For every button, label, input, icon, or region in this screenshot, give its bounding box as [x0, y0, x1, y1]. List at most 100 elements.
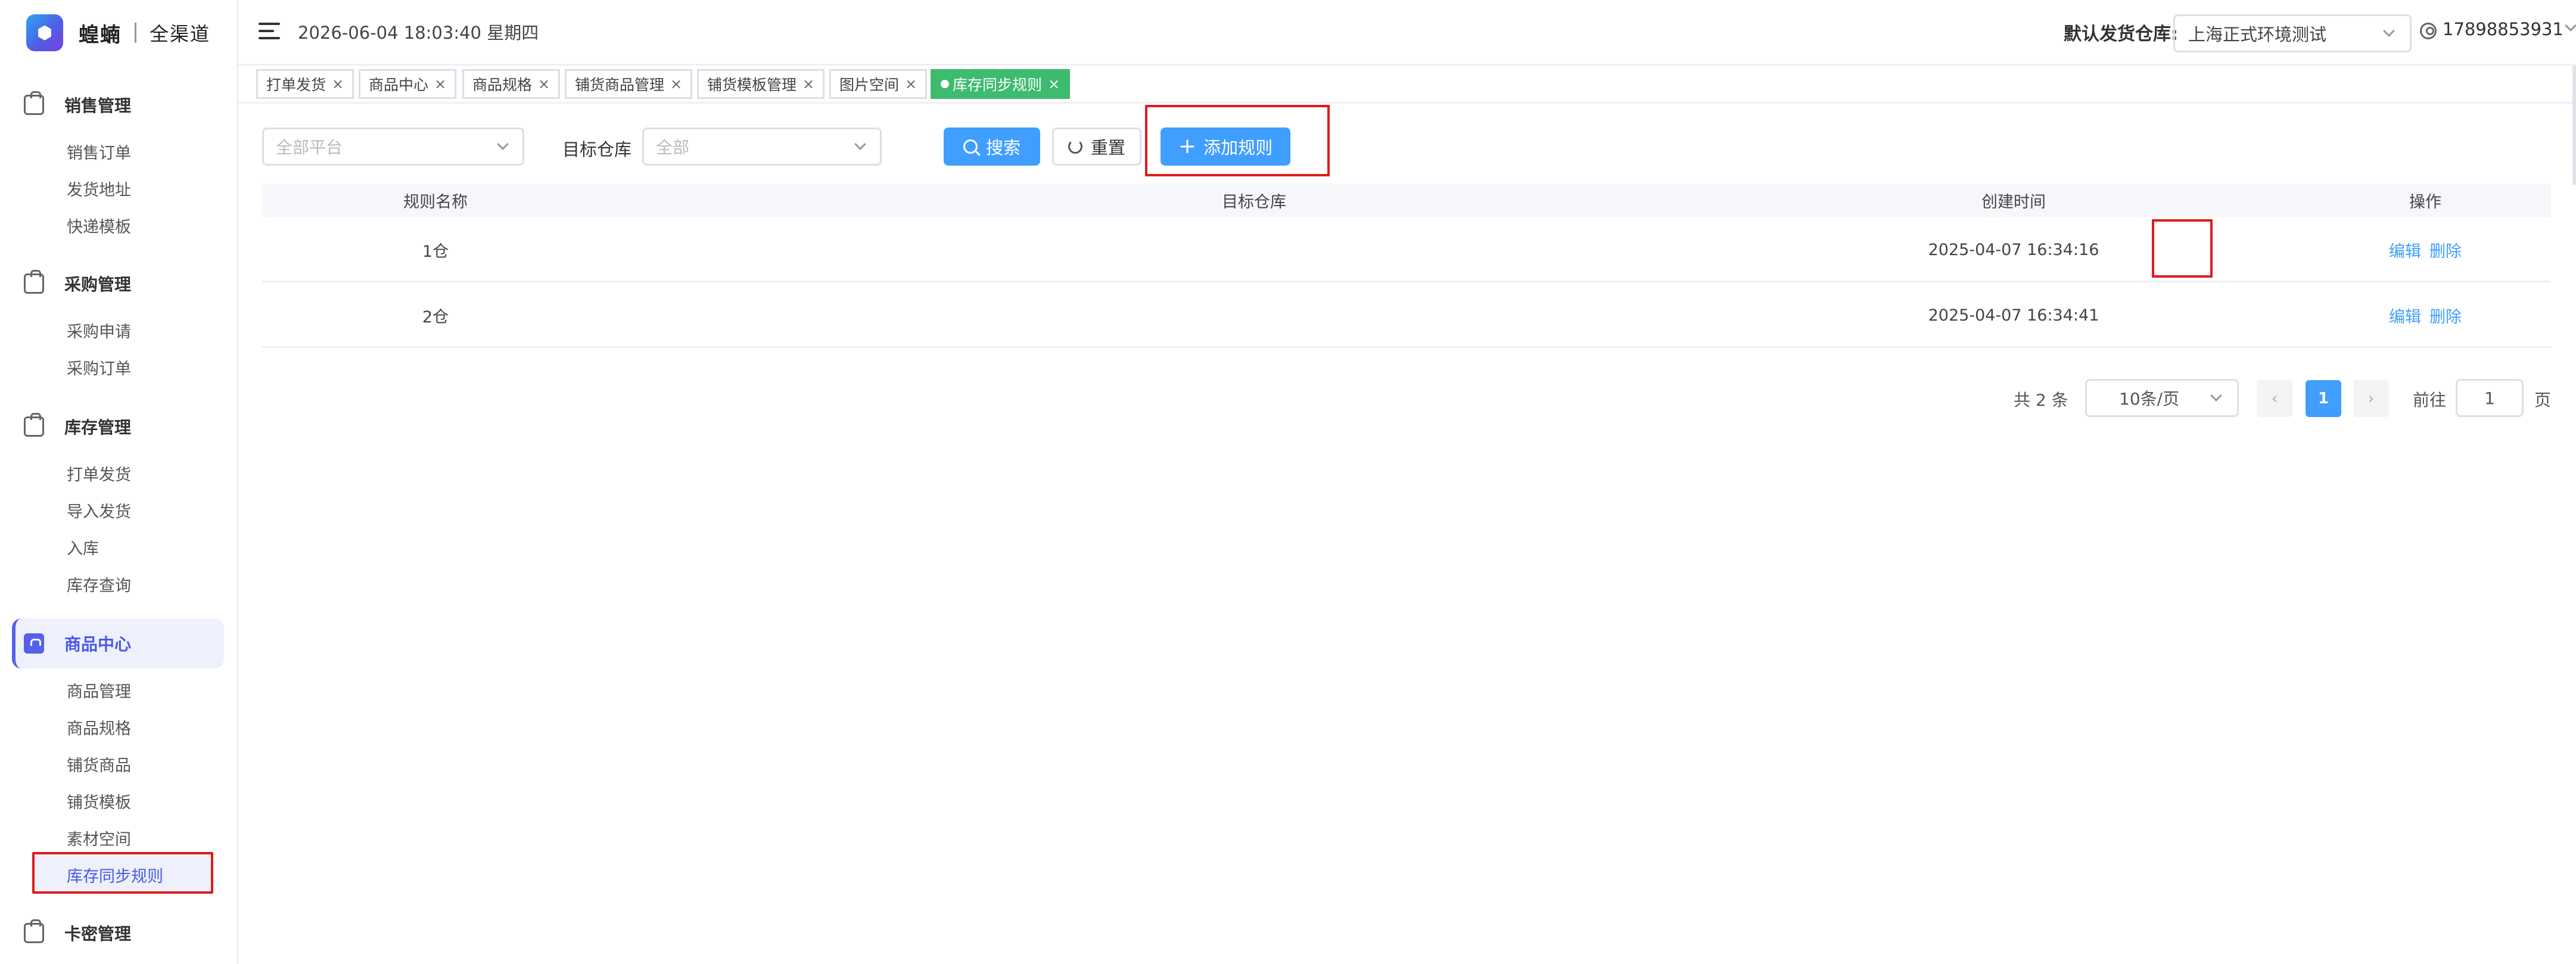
search-button[interactable]: 搜索 [944, 128, 1040, 166]
sidebar-item-sales-orders[interactable]: 销售订单 [67, 137, 131, 166]
sidebar-group-inventory[interactable]: 库存管理 [24, 409, 131, 444]
add-rule-button-label: 添加规则 [1203, 138, 1273, 158]
sidebar-group-purchase[interactable]: 采购管理 [24, 266, 131, 301]
default-warehouse-value: 上海正式环境测试 [2188, 24, 2327, 45]
sidebar-item-distribution-template[interactable]: 铺货模板 [67, 786, 131, 815]
page-size-select[interactable]: 10条/页 [2085, 379, 2239, 417]
edit-link[interactable]: 编辑 [2389, 304, 2421, 327]
close-icon[interactable]: × [670, 76, 682, 92]
default-warehouse-select[interactable]: 上海正式环境测试 [2173, 14, 2412, 52]
tag-image-space[interactable]: 图片空间 × [829, 69, 928, 99]
add-rule-button[interactable]: + 添加规则 [1161, 128, 1290, 166]
scrollbar[interactable] [2572, 66, 2576, 185]
tag-label: 库存同步规则 [953, 76, 1043, 94]
sidebar: ⬢ 蝗蝻 全渠道 销售管理 销售订单 发货地址 快递模板 采购管理 采购申请 采… [0, 0, 238, 964]
brand-logo[interactable]: ⬢ 蝗蝻 全渠道 [26, 12, 210, 54]
tag-label: 铺货商品管理 [575, 76, 665, 94]
edit-link[interactable]: 编辑 [2389, 238, 2421, 262]
sidebar-item-product-spec[interactable]: 商品规格 [67, 713, 131, 741]
target-warehouse-placeholder: 全部 [656, 138, 690, 157]
edit-link-highlight [2152, 219, 2213, 278]
sidebar-group-label: 商品中心 [64, 635, 132, 654]
delete-link[interactable]: 删除 [2429, 238, 2462, 262]
column-header-ops: 操作 [2409, 192, 2441, 212]
close-icon[interactable]: × [802, 76, 814, 92]
sidebar-group-sales[interactable]: 销售管理 [24, 87, 131, 123]
next-page-button[interactable]: › [2353, 380, 2389, 417]
search-icon [963, 139, 978, 154]
page-size-value: 10条/页 [2119, 389, 2180, 409]
close-icon[interactable]: × [434, 76, 446, 92]
page-suffix-label: 页 [2534, 390, 2552, 410]
brand-logo-icon: ⬢ [26, 14, 63, 51]
plus-icon: + [1178, 134, 1197, 158]
tag-product-center[interactable]: 商品中心 × [359, 69, 457, 99]
chevron-down-icon[interactable] [2565, 20, 2576, 32]
sidebar-group-label: 采购管理 [64, 275, 132, 294]
shopping-bag-icon [24, 633, 44, 654]
sidebar-group-label: 库存管理 [64, 418, 132, 437]
tag-label: 打单发货 [266, 76, 326, 94]
close-icon[interactable]: × [905, 76, 917, 92]
column-header-created: 创建时间 [1981, 192, 2046, 212]
cell-rule-name: 1仓 [422, 242, 449, 261]
goto-page-input[interactable]: 1 [2456, 379, 2524, 417]
sidebar-item-stock-sync-rules[interactable]: 库存同步规则 [67, 860, 163, 889]
pagination-total: 共 2 条 [2014, 390, 2068, 410]
sidebar-item-purchase-orders[interactable]: 采购订单 [67, 353, 131, 381]
sidebar-item-stock-query[interactable]: 库存查询 [67, 570, 131, 598]
default-warehouse-label: 默认发货仓库: [2064, 24, 2178, 45]
tag-print-ship[interactable]: 打单发货 × [256, 69, 354, 99]
sidebar-item-print-ship[interactable]: 打单发货 [67, 459, 131, 487]
tag-label: 图片空间 [839, 76, 900, 94]
page-number-button[interactable]: 1 [2306, 380, 2341, 417]
sidebar-item-purchase-request[interactable]: 采购申请 [67, 316, 131, 344]
close-icon[interactable]: × [538, 76, 550, 92]
sidebar-item-distribution-products[interactable]: 铺货商品 [67, 750, 131, 778]
sidebar-item-import-ship[interactable]: 导入发货 [67, 496, 131, 524]
platform-select[interactable]: 全部平台 [262, 128, 524, 166]
sidebar-group-label: 卡密管理 [64, 924, 132, 944]
user-account-name[interactable]: 17898853931 [2443, 19, 2563, 39]
search-button-label: 搜索 [985, 138, 1021, 158]
goto-label: 前往 [2413, 390, 2447, 410]
tag-distribution-product-mgmt[interactable]: 铺货商品管理 × [565, 69, 693, 99]
sidebar-item-shipping-address[interactable]: 发货地址 [67, 174, 131, 203]
sidebar-item-material-space[interactable]: 素材空间 [67, 823, 131, 852]
sidebar-group-label: 销售管理 [64, 96, 132, 116]
tag-label: 商品规格 [472, 76, 533, 94]
reset-button[interactable]: 重置 [1052, 128, 1141, 166]
column-header-warehouse: 目标仓库 [1222, 192, 1286, 212]
tag-distribution-template-mgmt[interactable]: 铺货模板管理 × [697, 69, 825, 99]
tag-label: 铺货模板管理 [707, 76, 797, 94]
sidebar-item-product-management[interactable]: 商品管理 [67, 676, 131, 704]
header-datetime: 2026-06-04 18:03:40 星期四 [298, 23, 539, 43]
user-icon[interactable] [2420, 23, 2437, 39]
sidebar-group-card-key[interactable]: 卡密管理 [24, 915, 131, 951]
column-header-name: 规则名称 [403, 192, 468, 212]
tag-stock-sync-rules[interactable]: 库存同步规则 × [931, 69, 1071, 99]
prev-page-button[interactable]: ‹ [2257, 380, 2292, 417]
cell-created-time: 2025-04-07 16:34:16 [1928, 240, 2099, 259]
target-warehouse-select[interactable]: 全部 [642, 128, 882, 166]
folder-icon [24, 413, 44, 437]
bag-icon [24, 270, 44, 294]
reset-button-label: 重置 [1090, 138, 1125, 158]
sidebar-item-express-template[interactable]: 快递模板 [67, 211, 131, 240]
cell-created-time: 2025-04-07 16:34:41 [1928, 306, 2099, 325]
sidebar-item-stock-in[interactable]: 入库 [67, 533, 99, 561]
sidebar-group-product-center[interactable]: 商品中心 [12, 618, 224, 668]
delete-link[interactable]: 删除 [2429, 304, 2462, 327]
brand-subtitle: 全渠道 [150, 23, 211, 45]
tag-product-spec[interactable]: 商品规格 × [462, 69, 561, 99]
close-icon[interactable]: × [332, 76, 344, 92]
cell-rule-name: 2仓 [422, 307, 449, 326]
refresh-icon [1068, 139, 1082, 154]
cell-ops: 编辑 删除 [2300, 282, 2551, 348]
bag-icon [24, 91, 44, 115]
close-icon[interactable]: × [1048, 76, 1060, 92]
table-header: 规则名称 目标仓库 创建时间 操作 [262, 184, 2551, 217]
menu-collapse-icon[interactable] [259, 23, 280, 41]
cell-target-warehouse [1209, 217, 1299, 282]
chevron-down-icon [2210, 390, 2222, 402]
